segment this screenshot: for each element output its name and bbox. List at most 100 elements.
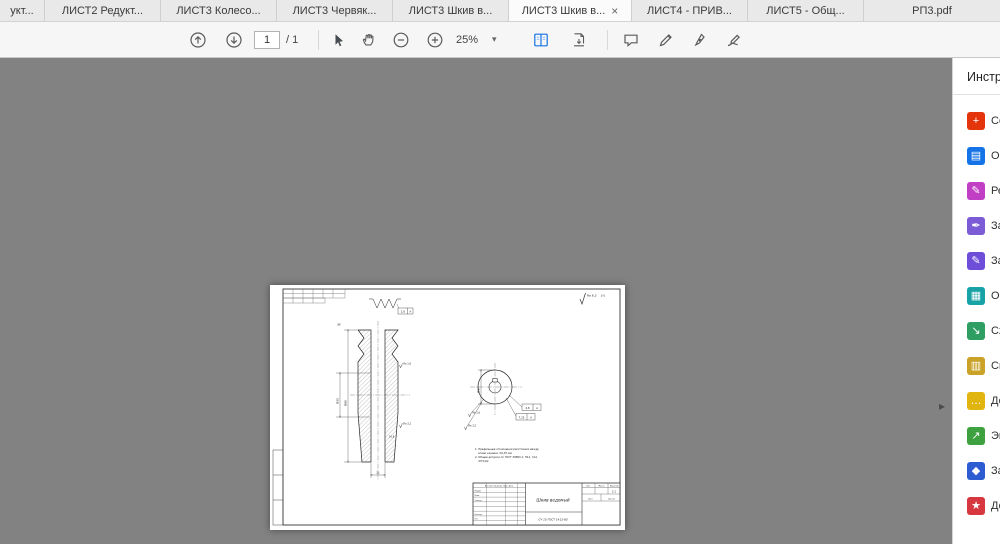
chevron-down-icon: ▾ [492, 34, 497, 45]
document-tab[interactable]: ЛИСТ3 Колесо... [161, 0, 277, 21]
tool-label: Сканирование и распознавание [991, 360, 1000, 372]
comment-tool-button[interactable] [619, 28, 643, 52]
page-display-button[interactable] [529, 28, 553, 52]
tool-label: Экспорт PDF [991, 430, 1000, 442]
tolerance-frames: 2,8 А 7,25 А [516, 404, 541, 420]
tool-label: Запросить подписи [991, 220, 1000, 232]
datum-label: А [530, 415, 532, 419]
tab-close-icon[interactable]: × [611, 5, 618, 17]
roughness-note: (√) [601, 294, 605, 298]
note-line: 1. Предельные отклонения расстояния межд… [475, 447, 539, 451]
panel-collapse-button[interactable]: ▸ [935, 396, 949, 416]
tool-icon: … [967, 392, 985, 410]
zoom-out-button[interactable] [389, 28, 413, 52]
document-tab[interactable]: ЛИСТ5 - Общ... [748, 0, 864, 21]
tools-list: + Создать PDF ▤ Объединить файлы ✎ Редак… [953, 95, 1000, 523]
margin-cells [273, 450, 283, 525]
tool-icon: ↘ [967, 322, 985, 340]
note-line: 2. Общие допуски по ГОСТ 30893-1: H14, h… [475, 455, 538, 459]
tools-panel-item[interactable]: ★ Дополнительные инструменты [953, 488, 1000, 523]
tool-icon: ◆ [967, 462, 985, 480]
tool-icon: ✒ [967, 217, 985, 235]
previous-page-button[interactable] [186, 28, 210, 52]
save-file-button[interactable] [567, 28, 591, 52]
tools-panel-item[interactable]: ✎ Редактировать PDF [953, 173, 1000, 208]
roughness-label: Ra 1,6 [472, 411, 480, 414]
dimension-label: 2,8 [525, 406, 529, 410]
download-page-icon [570, 31, 588, 49]
groove-detail [369, 299, 401, 311]
tool-label: Защитить [991, 465, 1000, 477]
dimension-label: 10,8 [389, 436, 395, 439]
tab-label: ЛИСТ2 Редукт... [62, 5, 143, 17]
zoom-out-icon [392, 31, 410, 49]
title-block: Шкив ведомый СЧ 15 ГОСТ 1412-85 2:1 Лит.… [473, 483, 620, 525]
scale-value: 2:1 [612, 489, 617, 493]
document-tab[interactable]: укт... [0, 0, 45, 21]
tools-panel-item[interactable]: ▤ Объединить файлы [953, 138, 1000, 173]
note-line: ±IT14/2. [478, 459, 489, 463]
tools-panel-item[interactable]: ✒ Запросить подписи [953, 208, 1000, 243]
tools-panel-item[interactable]: … Добавить комментарий [953, 383, 1000, 418]
zoom-in-button[interactable] [423, 28, 447, 52]
fountain-pen-tool-button[interactable] [689, 28, 713, 52]
default-roughness: Ra 6,3 (√) [580, 293, 605, 304]
zoom-level-dropdown[interactable]: 25% ▾ [452, 29, 501, 51]
tool-label: Редактировать PDF [991, 185, 1000, 197]
document-tab[interactable]: ЛИСТ2 Редукт... [45, 0, 161, 21]
dimension-label: Ø90 [343, 400, 348, 406]
document-tab[interactable]: ЛИСТ3 Шкив в... [393, 0, 509, 21]
two-page-view-icon [532, 31, 550, 49]
arrow-up-circle-icon [189, 31, 207, 49]
dimension-label: Ø17 [476, 387, 481, 393]
titleblock-header: Листов [608, 499, 615, 501]
tab-label: укт... [10, 5, 33, 17]
tab-label: ЛИСТ5 - Общ... [766, 5, 844, 17]
sign-tool-button[interactable] [722, 28, 746, 52]
tools-panel-item[interactable]: ◆ Защитить [953, 453, 1000, 488]
dimension-label: 21 [376, 470, 380, 474]
titleblock-header: Лист [588, 499, 593, 501]
roughness-label: Ra 3,2 [468, 424, 476, 427]
titleblock-role: Пров. [475, 495, 480, 497]
tab-label: ЛИСТ3 Шкив в... [522, 5, 606, 17]
tool-icon: ✎ [967, 252, 985, 270]
tools-panel-item[interactable]: ↗ Экспорт PDF [953, 418, 1000, 453]
document-tab[interactable]: ЛИСТ3 Червяк... [277, 0, 393, 21]
tool-label: Создать PDF [991, 115, 1000, 127]
pencil-tool-button[interactable] [654, 28, 678, 52]
tools-panel-item[interactable]: ↘ Сжать PDF [953, 313, 1000, 348]
dimension-label: 38° [337, 324, 341, 327]
groove-tolerance-frame: 2,8 А [398, 308, 413, 314]
toolbar-separator [318, 30, 319, 50]
roughness-label: Ra 6,3 [587, 294, 597, 298]
pdf-page[interactable]: 2,8 А Ø90 Ø35 21 10,8 [270, 285, 625, 530]
dimension-label: 2,8 [401, 310, 405, 314]
hand-icon [360, 31, 378, 49]
zoom-in-icon [426, 31, 444, 49]
titleblock-role: Утв. [475, 519, 479, 521]
titleblock-header: Масштаб [610, 485, 619, 488]
acrobat-window: укт... ЛИСТ2 Редукт... ЛИСТ3 Колесо... Л… [0, 0, 1000, 544]
document-tab[interactable]: РП3.pdf [864, 0, 1000, 21]
note-line: осями канавок ±0,25 мм. [478, 451, 513, 455]
page-total-label: / 1 [286, 34, 298, 46]
select-tool-button[interactable] [326, 28, 350, 52]
document-tab[interactable]: ЛИСТ4 - ПРИВ... [632, 0, 748, 21]
tools-panel-item[interactable]: ▦ Организовать страницы [953, 278, 1000, 313]
dimension-label: 7,25 [519, 415, 525, 419]
main-content: 2,8 А Ø90 Ø35 21 10,8 [0, 58, 1000, 544]
tab-bar: укт... ЛИСТ2 Редукт... ЛИСТ3 Колесо... Л… [0, 0, 1000, 22]
tools-panel-item[interactable]: + Создать PDF [953, 103, 1000, 138]
hand-tool-button[interactable] [357, 28, 381, 52]
zoom-level-value: 25% [456, 34, 478, 46]
engineering-drawing: 2,8 А Ø90 Ø35 21 10,8 [270, 285, 625, 530]
document-tab[interactable]: ЛИСТ3 Шкив в... × [509, 0, 632, 21]
next-page-button[interactable] [222, 28, 246, 52]
page-number-input[interactable] [254, 31, 280, 49]
tools-panel-item[interactable]: ▥ Сканирование и распознавание [953, 348, 1000, 383]
datum-label: А [409, 310, 411, 314]
tool-icon: ▤ [967, 147, 985, 165]
part-title: Шкив ведомый [536, 498, 569, 503]
tools-panel-item[interactable]: ✎ Заполнить и подписать [953, 243, 1000, 278]
